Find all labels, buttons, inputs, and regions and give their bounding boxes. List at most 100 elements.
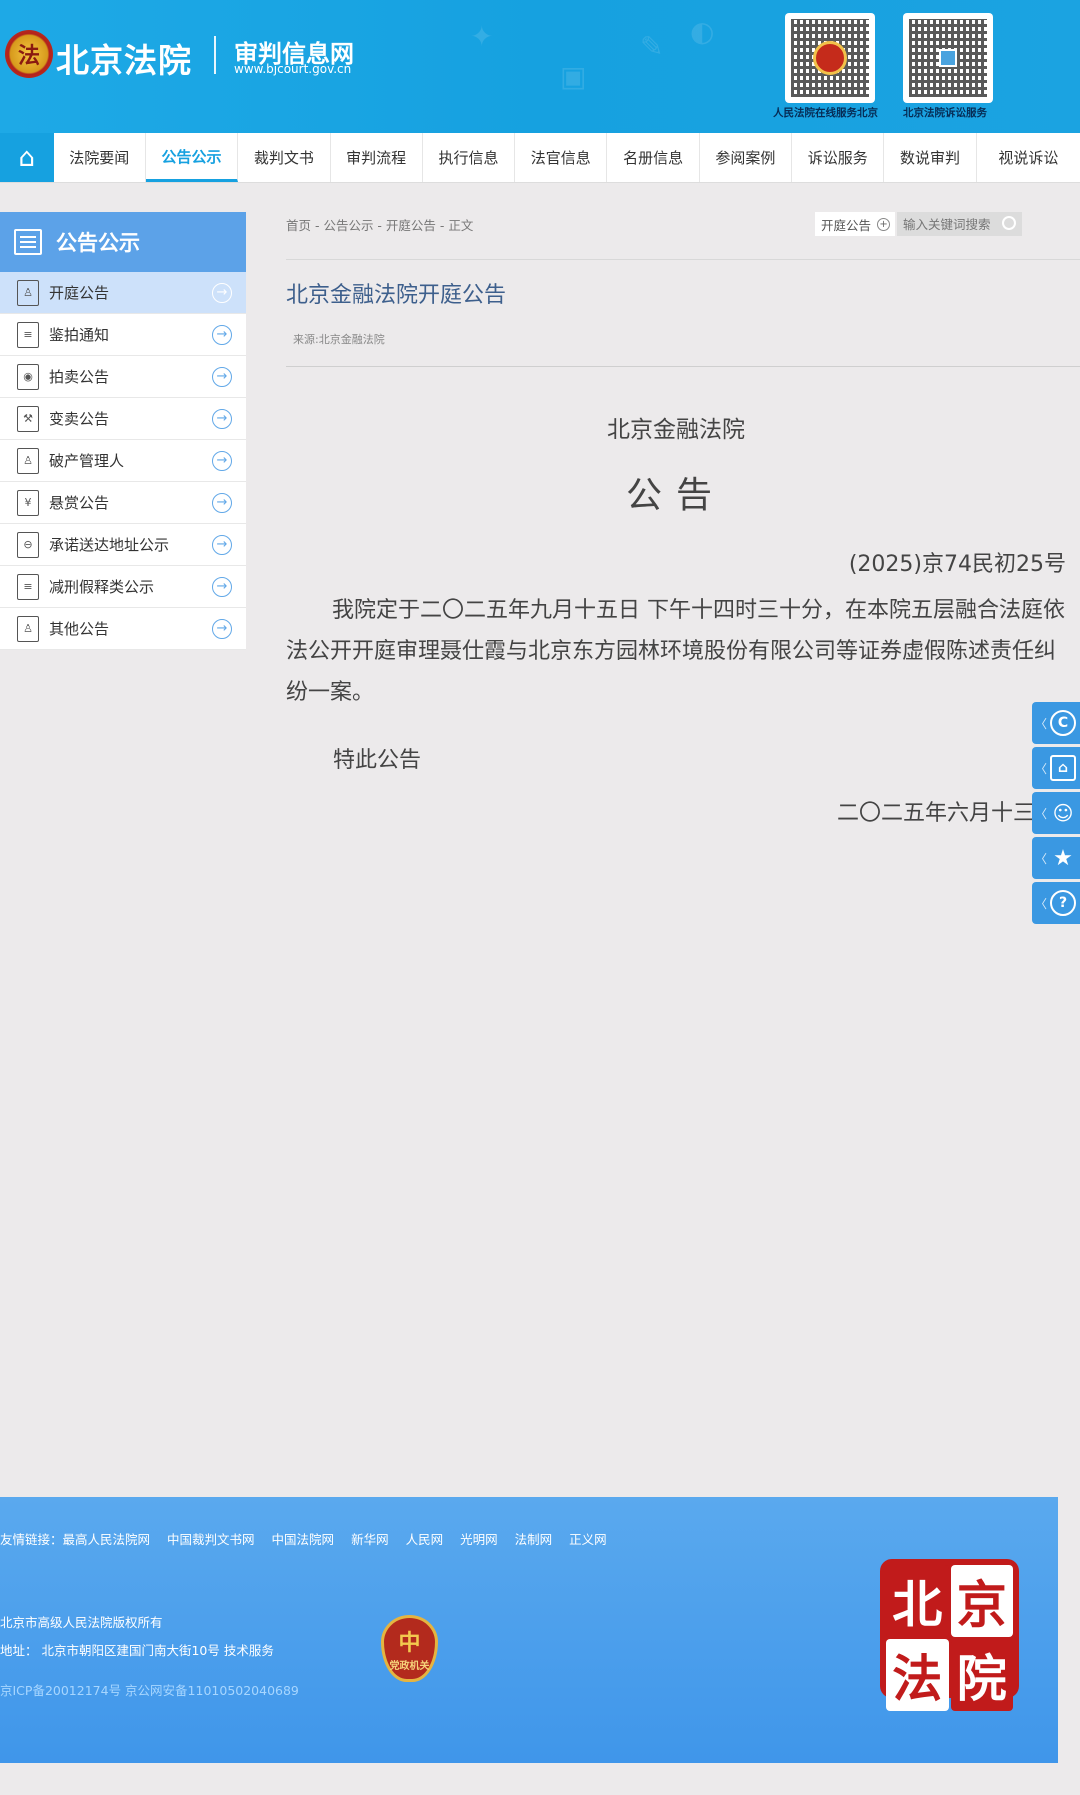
sidebar-item-reward[interactable]: ¥ 悬赏公告 → — [0, 482, 246, 524]
nav-item-announcements[interactable]: 公告公示 — [145, 133, 239, 182]
site-header: ✦ ▣ ✎ ◐ 法 北京法院 审判信息网 www.bjcourt.gov.cn … — [0, 0, 1080, 133]
sidebar-header: 公告公示 — [0, 212, 246, 272]
nav-item-video-litigation[interactable]: 视说诉讼 — [977, 133, 1080, 182]
nav-item-judgments[interactable]: 裁判文书 — [238, 133, 331, 182]
header-divider — [214, 36, 216, 74]
sidebar-title: 公告公示 — [56, 231, 140, 255]
sidebar-item-label: 悬赏公告 — [49, 494, 110, 512]
site-name[interactable]: 北京法院 — [56, 34, 192, 82]
sidebar-item-other[interactable]: ♙ 其他公告 → — [0, 608, 246, 650]
sidebar-item-commutation[interactable]: ≡ 减刑假释类公示 → — [0, 566, 246, 608]
arrow-right-icon: → — [212, 408, 232, 429]
star-icon: ★ — [1053, 845, 1073, 871]
copyright-text: 北京市高级人民法院版权所有 — [0, 1615, 163, 1630]
person-doc-icon: ♙ — [17, 279, 39, 306]
notice-date: 二〇二五年六月十三 — [837, 801, 1036, 826]
arrow-right-icon: → — [212, 534, 232, 555]
plus-icon: + — [877, 217, 891, 231]
sidebar-item-sale[interactable]: ⚒ 变卖公告 → — [0, 398, 246, 440]
nav-item-litigation-service[interactable]: 诉讼服务 — [792, 133, 885, 182]
sidebar-item-label: 鉴拍通知 — [49, 326, 110, 344]
nav-item-data-trial[interactable]: 数说审判 — [884, 133, 977, 182]
links-label: 友情链接： — [0, 1532, 63, 1547]
divider — [286, 259, 1080, 260]
qr-code-litigation-service[interactable] — [903, 13, 993, 103]
home-icon[interactable]: ⌂ — [0, 133, 54, 182]
arrow-right-icon: → — [212, 492, 232, 513]
sidebar-item-appraisal-notice[interactable]: ≡ 鉴拍通知 → — [0, 314, 246, 356]
nav-item-judges[interactable]: 法官信息 — [515, 133, 608, 182]
help-icon: ? — [1050, 890, 1077, 916]
person-doc-icon: ♙ — [17, 447, 39, 474]
article-source: 来源:北京金融法院 — [293, 333, 385, 346]
icp-record[interactable]: 京ICP备20012174号 京公网安备11010502040689 — [0, 1680, 299, 1699]
bulletin-icon — [14, 229, 42, 255]
sidebar-item-service-address[interactable]: ⊖ 承诺送达地址公示 → — [0, 524, 246, 566]
sidebar: 公告公示 ♙ 开庭公告 → ≡ 鉴拍通知 → ◉ 拍卖公告 → ⚒ 变卖公告 →… — [0, 212, 246, 650]
sidebar-item-label: 破产管理人 — [49, 452, 125, 470]
float-help-button[interactable]: 〈? — [1032, 882, 1080, 924]
copyright-icon: C — [1050, 710, 1077, 736]
float-favorite-button[interactable]: 〈 ★ — [1032, 837, 1080, 879]
site-url: www.bjcourt.gov.cn — [234, 62, 352, 76]
sidebar-item-label: 其他公告 — [49, 620, 110, 638]
nav-item-registry[interactable]: 名册信息 — [607, 133, 700, 182]
float-user-button[interactable]: 〈 ☺ — [1032, 792, 1080, 834]
minus-doc-icon: ⊖ — [17, 531, 39, 558]
case-number: (2025)京74民初25号 — [848, 552, 1066, 577]
footer-link[interactable]: 新华网 — [351, 1529, 389, 1548]
sidebar-item-label: 减刑假释类公示 — [49, 578, 155, 596]
decor-icon: ◐ — [690, 15, 715, 48]
arrow-right-icon: → — [212, 366, 232, 387]
sidebar-item-auction[interactable]: ◉ 拍卖公告 → — [0, 356, 246, 398]
nav-item-enforcement[interactable]: 执行信息 — [423, 133, 516, 182]
search-icon[interactable] — [1002, 216, 1016, 230]
qr-center-icon — [939, 49, 957, 67]
address-text: 地址： 北京市朝阳区建国门南大街10号 技术服务 — [0, 1643, 274, 1658]
notice-closing: 特此公告 — [333, 748, 422, 773]
footer-link[interactable]: 法制网 — [515, 1529, 553, 1548]
site-footer: 友情链接： 最高人民法院网 中国裁判文书网 中国法院网 新华网 人民网 光明网 … — [0, 1497, 1058, 1763]
nav-item-trial-process[interactable]: 审判流程 — [331, 133, 423, 182]
float-copyright-button[interactable]: 〈 C — [1032, 702, 1080, 744]
qr-caption: 北京法院诉讼服务 — [903, 107, 987, 119]
footer-link[interactable]: 人民网 — [406, 1529, 444, 1548]
sidebar-item-label: 拍卖公告 — [49, 368, 110, 386]
decor-icon: ▣ — [560, 60, 587, 93]
yuan-doc-icon: ¥ — [17, 489, 39, 516]
footer-link[interactable]: 正义网 — [569, 1529, 607, 1548]
footer-link[interactable]: 中国裁判文书网 — [167, 1529, 255, 1548]
sidebar-item-label: 变卖公告 — [49, 410, 110, 428]
sidebar-item-bankruptcy[interactable]: ♙ 破产管理人 → — [0, 440, 246, 482]
float-home-button[interactable]: 〈 ⌂ — [1032, 747, 1080, 789]
issuing-court: 北京金融法院 — [607, 417, 745, 443]
qr-code-online-service[interactable] — [785, 13, 875, 103]
logo-char: 法 — [886, 1639, 949, 1711]
arrow-right-icon: → — [212, 450, 232, 471]
notice-heading: 公告 — [625, 475, 726, 516]
sidebar-item-label: 承诺送达地址公示 — [49, 536, 170, 554]
beijing-court-logo: 北 京 法 院 — [880, 1559, 1019, 1711]
arrow-right-icon: → — [212, 576, 232, 597]
decor-icon: ✎ — [640, 30, 664, 63]
friend-links: 友情链接： 最高人民法院网 中国裁判文书网 中国法院网 新华网 人民网 光明网 … — [0, 1529, 607, 1548]
party-government-badge-icon[interactable]: 中 党政机关 — [381, 1615, 438, 1682]
main-nav: ⌂ 法院要闻 公告公示 裁判文书 审判流程 执行信息 法官信息 名册信息 参阅案… — [0, 133, 1080, 183]
nav-item-reference-cases[interactable]: 参阅案例 — [700, 133, 793, 182]
sidebar-item-hearing-notice[interactable]: ♙ 开庭公告 → — [0, 272, 246, 314]
court-emblem-icon[interactable]: 法 — [5, 30, 53, 78]
decor-icon: ✦ — [470, 20, 494, 53]
court-seal-icon — [813, 41, 847, 75]
footer-link[interactable]: 最高人民法院网 — [63, 1529, 151, 1548]
eye-doc-icon: ◉ — [17, 363, 39, 390]
breadcrumb[interactable]: 首页 - 公告公示 - 开庭公告 - 正文 — [286, 215, 473, 234]
nav-item-news[interactable]: 法院要闻 — [54, 133, 146, 182]
footer-link[interactable]: 光明网 — [460, 1529, 498, 1548]
search-category-select[interactable]: 开庭公告 + — [815, 212, 895, 236]
user-icon: ☺ — [1052, 801, 1074, 825]
article-title: 北京金融法院开庭公告 — [286, 283, 507, 308]
footer-link[interactable]: 中国法院网 — [272, 1529, 335, 1548]
arrow-right-icon: → — [212, 282, 232, 303]
qr-caption: 人民法院在线服务北京 — [773, 107, 878, 119]
sidebar-item-label: 开庭公告 — [49, 284, 110, 302]
